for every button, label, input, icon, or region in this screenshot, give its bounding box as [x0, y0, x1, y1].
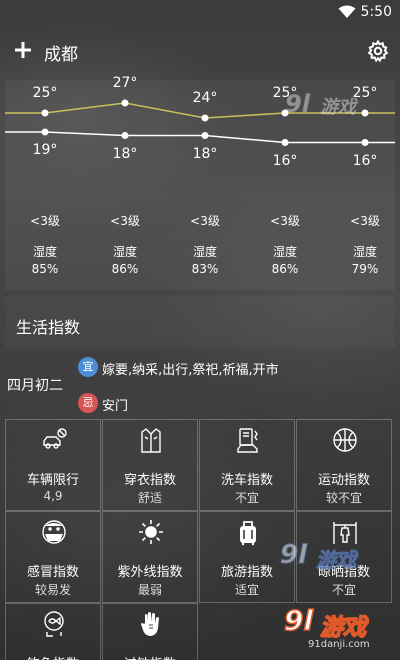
low-temp-line-point [361, 139, 369, 146]
low-temp: 18° [112, 145, 138, 162]
high-temp: 25° [32, 85, 58, 101]
life-index-title: 生活指数 [16, 318, 81, 337]
index-label: 运动指数 [317, 473, 370, 488]
index-value: 较不宜 [325, 491, 362, 505]
cold-mask-icon [39, 517, 69, 547]
index-value: 舒适 [137, 491, 162, 505]
index-value: 不宜 [331, 583, 356, 597]
fishing-icon [39, 609, 69, 639]
high-temp: 24° [192, 90, 218, 106]
auspicious-badge: 宜 [78, 357, 98, 377]
watermark-logo-mid: 9l 游戏 [279, 540, 356, 573]
watermark-domain: 91danji.com [308, 639, 370, 650]
wind-level: <3级 [270, 214, 300, 228]
car-icon [39, 425, 69, 455]
humidity-value: 79% [351, 262, 379, 276]
low-temp: 18° [192, 145, 218, 162]
wind-level: <3级 [190, 214, 220, 228]
index-tile-6[interactable]: 紫外线指数 最弱 [102, 511, 198, 603]
low-temp: 19° [32, 142, 58, 158]
index-value: 不宜 [234, 491, 259, 505]
basketball-icon [330, 425, 360, 455]
index-value: 较易发 [34, 583, 71, 597]
index-label: 钓鱼指数 [6, 653, 100, 660]
almanac: 四月初二 宜 嫁要,纳采,出行,祭祀,祈福,开市 忌 安门 [5, 350, 395, 416]
car-wash-icon [233, 425, 263, 455]
index-value: 4,9 [43, 489, 63, 503]
low-temp: 16° [272, 152, 298, 169]
watermark-logo-small: 9l 游戏 [285, 90, 356, 118]
high-temp: 27° [112, 75, 138, 91]
humidity-label: 湿度 [32, 245, 58, 259]
index-tile-2[interactable]: 穿衣指数 舒适 [102, 419, 198, 511]
index-tile-3[interactable]: 洗车指数 不宜 [199, 419, 295, 511]
life-index-section: 生活指数 [5, 296, 395, 348]
luggage-icon [233, 517, 263, 547]
index-tile-10[interactable]: 过敏指数 [102, 603, 198, 660]
index-value: 适宜 [234, 583, 259, 597]
humidity-value: 86% [271, 262, 299, 276]
clothing-icon [136, 425, 166, 455]
watermark-brand: 游戏 [319, 614, 367, 642]
wind-level: <3级 [350, 214, 380, 228]
add-city-icon[interactable] [12, 39, 34, 61]
high-temp-line-point [201, 114, 209, 122]
auspicious-text: 嫁要,纳采,出行,祭祀,祈福,开市 [102, 363, 279, 378]
low-temp-line-point [41, 128, 49, 136]
status-bar: 5:50 [0, 0, 400, 24]
low-temp: 16° [352, 152, 378, 169]
low-temp-line-point [201, 132, 209, 139]
index-value: 最弱 [137, 583, 162, 597]
app-bar: 成都 [0, 24, 400, 80]
humidity-value: 83% [191, 262, 219, 276]
low-temp-line-point [121, 132, 129, 139]
high-temp-line-point [121, 99, 129, 107]
humidity-value: 86% [111, 262, 139, 276]
index-tile-5[interactable]: 感冒指数 较易发 [5, 511, 101, 603]
humidity-label: 湿度 [272, 245, 298, 259]
index-label: 感冒指数 [26, 565, 79, 580]
watermark-logo: 9l 游戏 91danji.com [283, 603, 370, 650]
wind-level: <3级 [30, 214, 60, 228]
index-label: 穿衣指数 [123, 473, 176, 488]
sun-icon [136, 517, 166, 547]
humidity-label: 湿度 [192, 245, 218, 259]
lunar-date: 四月初二 [7, 378, 63, 394]
city-title[interactable]: 成都 [44, 40, 78, 65]
gear-icon[interactable] [366, 39, 390, 63]
index-label: 车辆限行 [26, 473, 79, 488]
wifi-icon [338, 5, 356, 18]
index-tile-4[interactable]: 运动指数 较不宜 [296, 419, 392, 511]
index-label: 紫外线指数 [117, 565, 183, 580]
hand-icon [136, 609, 166, 639]
high-temp-line-point [41, 109, 49, 117]
inauspicious-text: 安门 [102, 399, 129, 414]
index-label: 洗车指数 [220, 473, 273, 488]
status-time: 5:50 [360, 4, 392, 20]
humidity-label: 湿度 [352, 245, 378, 259]
humidity-value: 85% [31, 262, 59, 276]
inauspicious-badge: 忌 [78, 393, 98, 413]
index-label: 过敏指数 [103, 653, 197, 660]
index-tile-9[interactable]: 钓鱼指数 [5, 603, 101, 660]
wind-level: <3级 [110, 214, 140, 228]
index-tile-1[interactable]: 车辆限行 4,9 [5, 419, 101, 511]
low-temp-line-point [281, 139, 289, 146]
humidity-label: 湿度 [112, 245, 138, 259]
